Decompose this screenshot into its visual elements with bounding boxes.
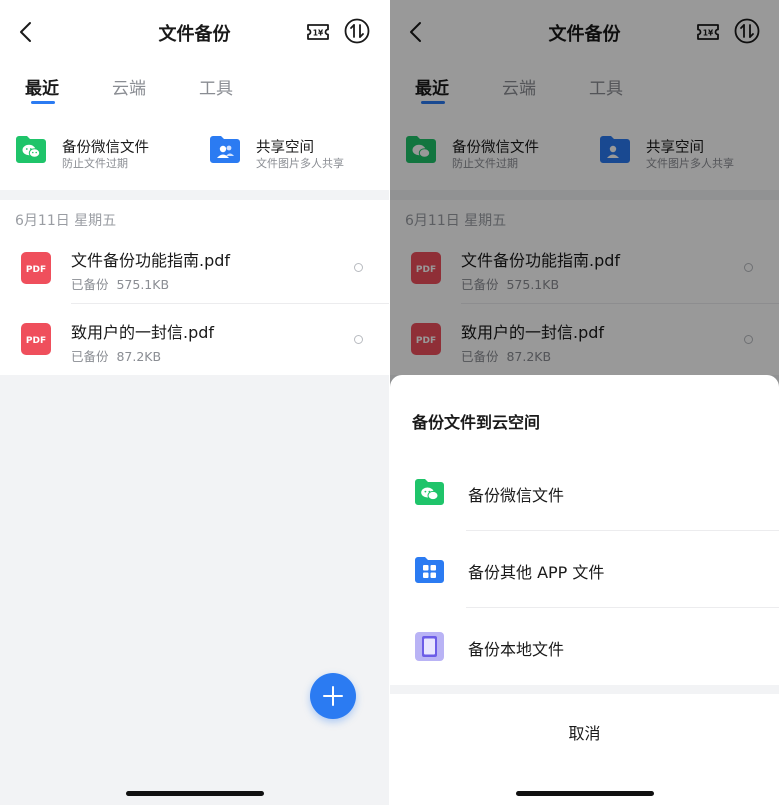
backup-wechat-shortcut[interactable]: 备份微信文件 防止文件过期 (15, 132, 185, 172)
select-radio[interactable] (354, 335, 363, 344)
pdf-file-icon-label: PDF (26, 265, 46, 275)
backup-action-sheet: 备份文件到云空间 备份微信文件 备份其他 APP 文件 备份本地文件 取消 (390, 375, 779, 805)
wechat-folder-icon (16, 136, 46, 163)
wechat-folder-icon (415, 479, 444, 505)
apps-folder-icon (415, 557, 444, 583)
tab-cloud[interactable]: 云端 (112, 74, 146, 99)
sheet-option-label: 备份其他 APP 文件 (468, 563, 605, 582)
file-size: 575.1KB (116, 277, 170, 292)
coupon-ticket-label: 1¥ (313, 29, 324, 38)
file-row[interactable]: PDF 文件备份功能指南.pdf 已备份 575.1KB (0, 233, 389, 305)
select-radio[interactable] (354, 263, 363, 272)
top-bar: 文件备份 1¥ (0, 0, 389, 64)
home-indicator (516, 791, 654, 796)
sheet-option-label: 备份微信文件 (468, 486, 565, 505)
file-name: 致用户的一封信.pdf (71, 323, 215, 342)
coupon-ticket-icon[interactable]: 1¥ (306, 22, 330, 42)
pdf-file-icon: PDF (21, 323, 51, 355)
quick-action-subtitle: 文件图片多人共享 (256, 157, 344, 170)
page-title: 文件备份 (158, 24, 231, 45)
backup-status: 已备份 (71, 349, 109, 364)
quick-actions: 备份微信文件 防止文件过期 共享空间 文件图片多人共享 (0, 116, 389, 190)
file-size: 87.2KB (116, 349, 162, 364)
pdf-file-icon-label: PDF (26, 336, 46, 346)
quick-action-title: 备份微信文件 (62, 140, 149, 156)
backup-status: 已备份 (71, 277, 109, 292)
backup-other-app-option[interactable]: 备份其他 APP 文件 (390, 531, 779, 609)
shared-folder-icon (210, 136, 240, 163)
file-row[interactable]: PDF 致用户的一封信.pdf 已备份 87.2KB (0, 303, 389, 375)
file-backup-screen: 文件备份 1¥ 最近 云端 工具 备份微信文件 防止文件过期 共享空间 文件图片… (0, 0, 389, 805)
quick-action-subtitle: 防止文件过期 (62, 157, 128, 170)
tab-bar: 最近 云端 工具 (0, 64, 389, 116)
pdf-file-icon: PDF (21, 252, 51, 284)
active-tab-indicator (31, 101, 55, 104)
home-indicator (126, 791, 264, 796)
cancel-button[interactable]: 取消 (390, 694, 779, 774)
transfer-sort-icon[interactable] (344, 18, 370, 44)
sheet-title: 备份文件到云空间 (412, 413, 541, 432)
add-backup-button[interactable] (310, 673, 356, 719)
date-header: 6月11日 星期五 (15, 213, 117, 229)
file-name: 文件备份功能指南.pdf (71, 251, 231, 270)
tab-tools[interactable]: 工具 (199, 74, 233, 99)
file-meta: 已备份 87.2KB (71, 346, 161, 365)
recent-file-list: 6月11日 星期五 PDF 文件备份功能指南.pdf 已备份 575.1KB P… (0, 200, 389, 375)
file-meta: 已备份 575.1KB (71, 274, 169, 293)
quick-action-title: 共享空间 (256, 140, 314, 156)
backup-local-option[interactable]: 备份本地文件 (390, 608, 779, 686)
tab-recent[interactable]: 最近 (25, 74, 59, 99)
sheet-option-label: 备份本地文件 (468, 640, 565, 659)
file-backup-screen-with-sheet: 文件备份 1¥ 最近 云端 工具 备份微信文件 防止文件过期 共享空间 文件图片… (390, 0, 779, 805)
sheet-separator (390, 685, 779, 694)
shared-space-shortcut[interactable]: 共享空间 文件图片多人共享 (209, 132, 379, 172)
backup-wechat-option[interactable]: 备份微信文件 (390, 453, 779, 531)
phone-icon (415, 632, 444, 661)
